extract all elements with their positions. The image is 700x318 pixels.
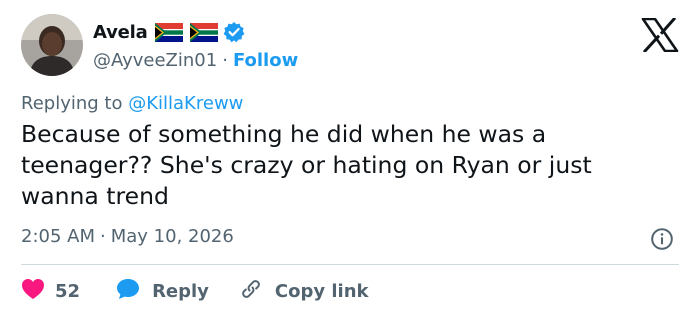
south-africa-flag-icon [189, 22, 218, 42]
replying-to-mention[interactable]: @KillaKreww [128, 93, 243, 114]
verified-badge-icon [223, 21, 245, 43]
replying-to-prefix: Replying to [21, 93, 123, 114]
heart-icon [21, 278, 45, 305]
author-name-row: Avela [93, 18, 245, 46]
author-handle[interactable]: @AyveeZin01 [93, 50, 217, 71]
x-logo-icon[interactable] [641, 16, 679, 54]
reply-label: Reply [152, 280, 209, 302]
like-button[interactable]: 52 [21, 278, 80, 305]
copy-link-button[interactable]: Copy link [239, 277, 369, 306]
author-handle-row: @AyveeZin01 · Follow [93, 47, 298, 73]
avatar[interactable] [21, 14, 83, 76]
separator-dot: · [100, 226, 106, 247]
follow-button[interactable]: Follow [233, 50, 298, 71]
like-count: 52 [55, 280, 81, 302]
reply-bubble-icon [116, 278, 140, 305]
reply-button[interactable]: Reply [116, 278, 209, 305]
replying-to: Replying to @KillaKreww [21, 93, 243, 114]
south-africa-flag-icon [154, 22, 183, 42]
separator-dot: · [222, 49, 228, 71]
link-icon [239, 277, 263, 306]
display-name[interactable]: Avela [93, 22, 148, 43]
tweet-date: May 10, 2026 [110, 226, 234, 247]
divider [21, 264, 679, 265]
action-bar: 52 Reply Copy link [21, 276, 369, 306]
tweet-text: Because of something he did when he was … [21, 120, 592, 210]
info-icon[interactable] [650, 227, 674, 251]
tweet-time: 2:05 AM [21, 226, 95, 247]
copy-link-label: Copy link [274, 280, 369, 302]
tweet-timestamp[interactable]: 2:05 AM · May 10, 2026 [21, 226, 234, 247]
